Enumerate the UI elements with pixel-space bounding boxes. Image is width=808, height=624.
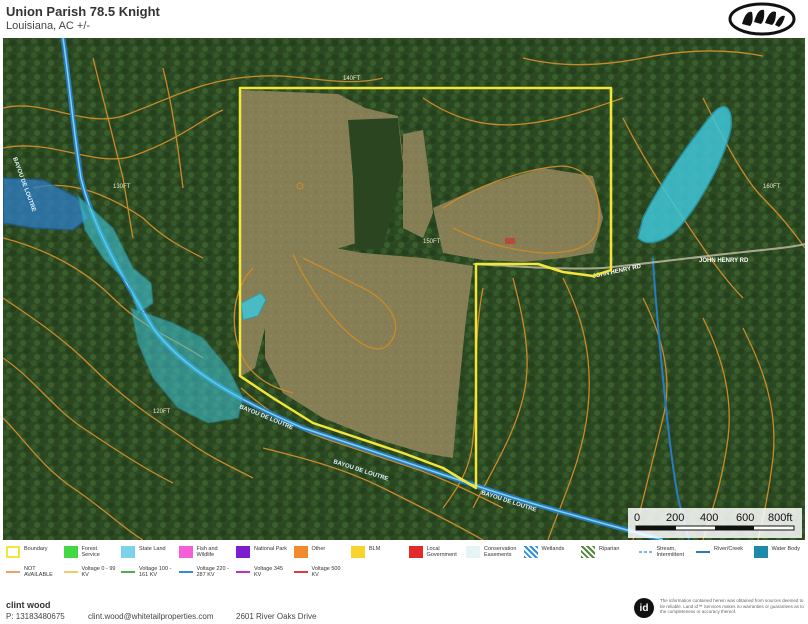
agent-email[interactable]: clint.wood@whitetailproperties.com xyxy=(88,612,214,621)
legend-item: Voltage 220 - 287 KV xyxy=(178,566,231,578)
legend-swatch xyxy=(408,546,423,558)
legend-item: Other xyxy=(293,546,346,558)
legend-swatch xyxy=(293,571,308,573)
legend-item: River/Creek xyxy=(696,546,748,553)
legend-item: Voltage 100 - 161 KV xyxy=(121,566,173,578)
legend-swatch xyxy=(351,546,365,558)
legend-item: Riparian xyxy=(581,546,633,558)
property-subtitle: Louisiana, AC +/- xyxy=(6,20,91,32)
legend-label: Conservation Easements xyxy=(484,546,517,558)
disclaimer-text: The information contained herein was obt… xyxy=(660,598,804,614)
legend-item: NOT AVAILABLE xyxy=(6,566,58,578)
legend-swatch xyxy=(178,571,193,573)
legend-swatch xyxy=(466,546,480,558)
legend-swatch xyxy=(178,546,193,558)
legend-item: Local Government xyxy=(408,546,461,558)
legend-item: Water Body xyxy=(753,546,806,558)
legend-label: BLM xyxy=(369,546,381,552)
map-canvas: 140FT 130FT 150FT 120FT 160FT BAYOU DE L… xyxy=(3,38,805,540)
paw-logo-icon xyxy=(728,2,796,36)
contour-label: 150FT xyxy=(423,239,441,245)
legend-label: Stream, Intermittent xyxy=(656,546,685,558)
legend-label: Voltage 100 - 161 KV xyxy=(139,566,172,578)
legend-swatch xyxy=(638,551,653,553)
legend-label: State Land xyxy=(139,546,166,552)
legend-item: Stream, Intermittent xyxy=(638,546,691,558)
legend-swatch xyxy=(121,571,135,573)
legend-item: Forest Service xyxy=(63,546,116,558)
structure xyxy=(505,238,515,244)
legend-label: Local Government xyxy=(426,546,457,558)
map-legend: Boundary Forest Service State Land Fish and… xyxy=(0,540,808,592)
legend-item: Boundary xyxy=(6,546,58,558)
legend-swatch xyxy=(121,546,135,558)
land-id-logo-icon: id xyxy=(634,598,654,618)
legend-label: Fish and Wildlife xyxy=(196,546,218,558)
road-label: JOHN HENRY RD xyxy=(699,258,749,264)
legend-item: Fish and Wildlife xyxy=(178,546,231,558)
agent-phone[interactable]: P: 13183480675 xyxy=(6,612,65,621)
legend-item: Conservation Easements xyxy=(466,546,518,558)
legend-label: Riparian xyxy=(599,546,620,552)
legend-item: Voltage 345 KV xyxy=(236,566,288,578)
legend-label: River/Creek xyxy=(714,546,744,552)
legend-label: National Park xyxy=(254,546,288,552)
legend-item: BLM xyxy=(351,546,403,558)
legend-label: Voltage 220 - 287 KV xyxy=(196,566,229,578)
legend-label: Voltage 500 KV xyxy=(311,566,341,578)
legend-item: Voltage 0 - 99 KV xyxy=(63,566,116,578)
legend-label: Wetlands xyxy=(541,546,565,552)
legend-label: NOT AVAILABLE xyxy=(24,566,53,578)
agent-name: clint wood xyxy=(6,600,51,610)
legend-swatch xyxy=(236,546,250,558)
legend-label: Forest Service xyxy=(81,546,100,558)
legend-item: State Land xyxy=(121,546,173,558)
legend-label: Other xyxy=(311,546,326,552)
contour-label: 120FT xyxy=(153,409,171,415)
scale-bar: 0 200 400 600 800ft xyxy=(628,508,802,538)
property-title: Union Parish 78.5 Knight xyxy=(6,4,160,19)
legend-swatch xyxy=(63,571,78,573)
legend-swatch xyxy=(581,546,595,558)
legend-item: Voltage 500 KV xyxy=(293,566,346,578)
legend-label: Boundary xyxy=(24,546,48,552)
contour-label: 140FT xyxy=(343,76,361,82)
map-header: Union Parish 78.5 Knight Louisiana, AC +… xyxy=(0,0,808,38)
legend-label: Voltage 0 - 99 KV xyxy=(81,566,116,578)
legend-swatch xyxy=(523,546,538,558)
legend-item: Wetlands xyxy=(523,546,576,558)
legend-swatch xyxy=(63,546,78,558)
scale-bar-graphic xyxy=(635,525,795,531)
legend-item: National Park xyxy=(236,546,288,558)
legend-label: Water Body xyxy=(771,546,801,552)
contour-label: 130FT xyxy=(113,184,131,190)
agent-address: 2601 River Oaks Drive xyxy=(236,612,317,621)
legend-label: Voltage 345 KV xyxy=(254,566,284,578)
legend-swatch xyxy=(6,546,20,558)
contour-label: 160FT xyxy=(763,184,781,190)
aerial-map[interactable]: 140FT 130FT 150FT 120FT 160FT BAYOU DE L… xyxy=(3,38,805,540)
legend-swatch xyxy=(753,546,768,558)
legend-swatch xyxy=(236,571,250,573)
legend-swatch xyxy=(6,571,20,573)
legend-swatch xyxy=(293,546,308,558)
legend-swatch xyxy=(696,551,710,553)
